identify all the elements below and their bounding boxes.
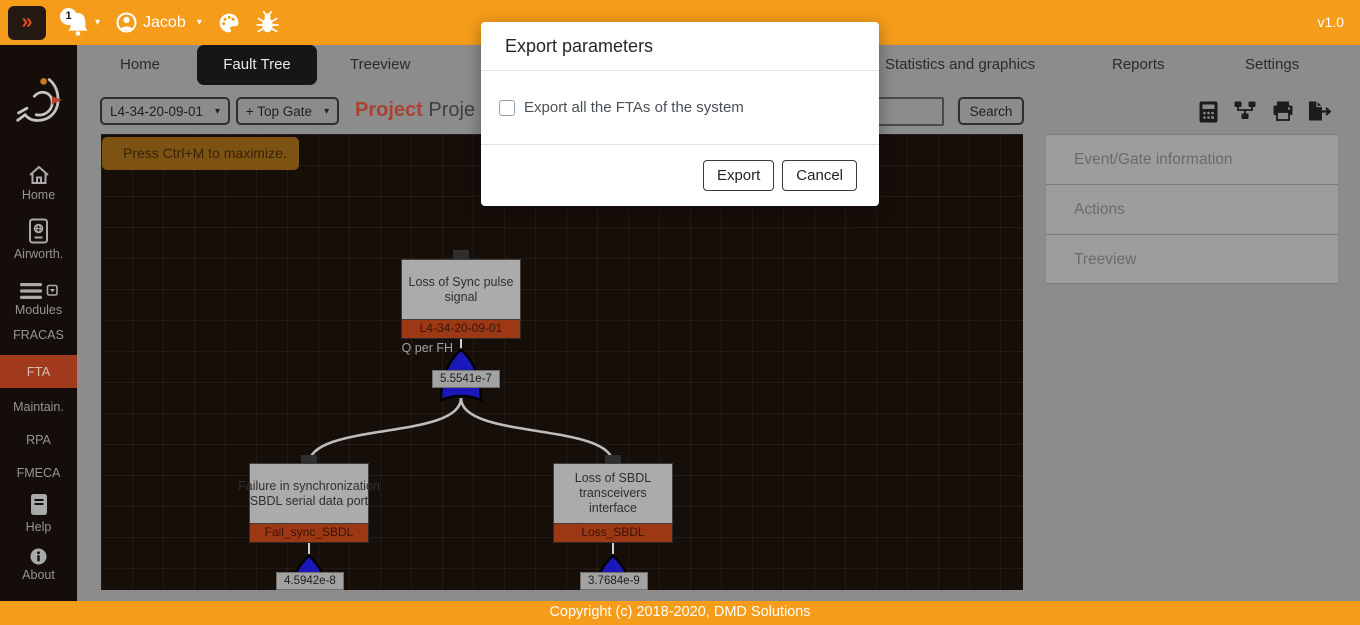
- user-name: Jacob: [143, 14, 186, 32]
- calculator-icon: [1199, 101, 1218, 123]
- panel-section-event-gate-information[interactable]: Event/Gate information: [1046, 134, 1338, 184]
- cancel-button[interactable]: Cancel: [782, 160, 857, 191]
- printer-icon: [1273, 101, 1293, 121]
- app-version: v1.0: [1318, 0, 1344, 45]
- fault-tree-node-child-1[interactable]: Failure in synchronization SBDL serial d…: [249, 463, 369, 524]
- panel-section-actions[interactable]: Actions: [1046, 184, 1338, 234]
- chevron-down-icon[interactable]: ▾: [95, 17, 100, 28]
- stem-line: [308, 543, 310, 554]
- chevrons-icon: »: [21, 11, 32, 34]
- passport-globe-icon: [28, 218, 49, 244]
- sidebar-item-airworthiness[interactable]: Airworth.: [0, 218, 77, 261]
- copyright-text: Copyright (c) 2018-2020, DMD Solutions: [549, 604, 810, 620]
- gate-probability-value: 3.7684e-9: [580, 572, 648, 590]
- footer-bar: Copyright (c) 2018-2020, DMD Solutions: [0, 601, 1360, 625]
- sidebar-item-about[interactable]: About: [0, 548, 77, 582]
- stem-line: [612, 543, 614, 554]
- fault-tree-node-top[interactable]: Loss of Sync pulse signal: [401, 259, 521, 320]
- app-window: » 1 ▾ Jacob ▾: [0, 0, 1360, 625]
- event-code-bar: L4-34-20-09-01: [401, 320, 521, 339]
- notification-count-badge: 1: [60, 8, 77, 25]
- sidebar-item-modules[interactable]: Modules: [0, 282, 77, 317]
- print-button[interactable]: [1273, 101, 1293, 126]
- sidebar-item-fta[interactable]: FTA: [0, 355, 77, 388]
- palette-icon: [218, 12, 240, 34]
- user-icon: [116, 12, 137, 33]
- bug-report-button[interactable]: [256, 11, 279, 35]
- event-title: Failure in synchronization SBDL serial d…: [234, 479, 384, 509]
- left-sidebar: Home Airworth. Modules FRACAS FTA: [0, 45, 77, 601]
- diagram-icon: [1234, 101, 1256, 120]
- sidebar-item-fracas[interactable]: FRACAS: [0, 328, 77, 342]
- chevron-down-icon: ▾: [197, 17, 202, 28]
- calculate-button[interactable]: [1199, 101, 1218, 128]
- home-icon: [27, 164, 51, 185]
- sidebar-item-home[interactable]: Home: [0, 164, 77, 202]
- tab-fault-tree[interactable]: Fault Tree: [197, 45, 317, 85]
- tab-home[interactable]: Home: [120, 45, 160, 85]
- gate-probability-value: 5.5541e-7: [432, 370, 500, 388]
- project-title: Project Proje: [355, 99, 475, 122]
- tab-reports[interactable]: Reports: [1112, 45, 1165, 85]
- tab-settings[interactable]: Settings: [1245, 45, 1299, 85]
- checkbox-label: Export all the FTAs of the system: [524, 99, 744, 116]
- project-name: Proje: [428, 99, 475, 121]
- caret-down-icon: ▾: [324, 106, 329, 117]
- caret-down-icon: ▾: [215, 106, 220, 117]
- event-code-bar: Loss_SBDL: [553, 524, 673, 543]
- event-title: Loss of Sync pulse signal: [402, 275, 520, 305]
- book-icon: [29, 493, 49, 517]
- tab-treeview[interactable]: Treeview: [350, 45, 410, 85]
- export-parameters-modal: Export parameters Export all the FTAs of…: [481, 22, 879, 206]
- fault-tree-node-child-2[interactable]: Loss of SBDL transceivers interface: [553, 463, 673, 524]
- sidebar-item-maintain[interactable]: Maintain.: [0, 400, 77, 414]
- user-menu[interactable]: Jacob ▾: [116, 12, 202, 33]
- theme-palette-button[interactable]: [218, 12, 240, 34]
- bug-icon: [256, 11, 279, 35]
- info-icon: [30, 548, 47, 565]
- panel-section-treeview[interactable]: Treeview: [1046, 234, 1338, 284]
- robin-logo: [14, 70, 64, 128]
- project-label: Project: [355, 99, 423, 121]
- sidebar-item-fmeca[interactable]: FMECA: [0, 466, 77, 480]
- modal-title: Export parameters: [481, 22, 879, 71]
- right-accordion-panel: Event/Gate information Actions Treeview: [1046, 134, 1338, 284]
- tab-statistics-and-graphics[interactable]: Statistics and graphics: [885, 45, 1035, 85]
- gate-selector-dropdown[interactable]: L4-34-20-09-01 ▾: [100, 97, 230, 125]
- export-fta-button[interactable]: [1308, 101, 1331, 126]
- file-export-icon: [1308, 101, 1331, 121]
- export-button[interactable]: Export: [703, 160, 774, 191]
- export-all-ftas-checkbox[interactable]: [499, 100, 515, 116]
- add-top-gate-button[interactable]: + Top Gate ▾: [236, 97, 339, 125]
- event-title: Loss of SBDL transceivers interface: [559, 471, 667, 515]
- event-code-bar: Fail_sync_SBDL: [249, 524, 369, 543]
- modules-menu-icon: [20, 282, 58, 300]
- node-top-stub: [453, 250, 469, 259]
- tree-layout-button[interactable]: [1234, 101, 1256, 125]
- notifications-button[interactable]: 1: [64, 9, 90, 37]
- gate-probability-value: 4.5942e-8: [276, 572, 344, 590]
- search-button[interactable]: Search: [958, 97, 1024, 125]
- sidebar-item-rpa[interactable]: RPA: [0, 433, 77, 447]
- sidebar-item-help[interactable]: Help: [0, 493, 77, 534]
- sidebar-toggle-button[interactable]: »: [8, 6, 46, 40]
